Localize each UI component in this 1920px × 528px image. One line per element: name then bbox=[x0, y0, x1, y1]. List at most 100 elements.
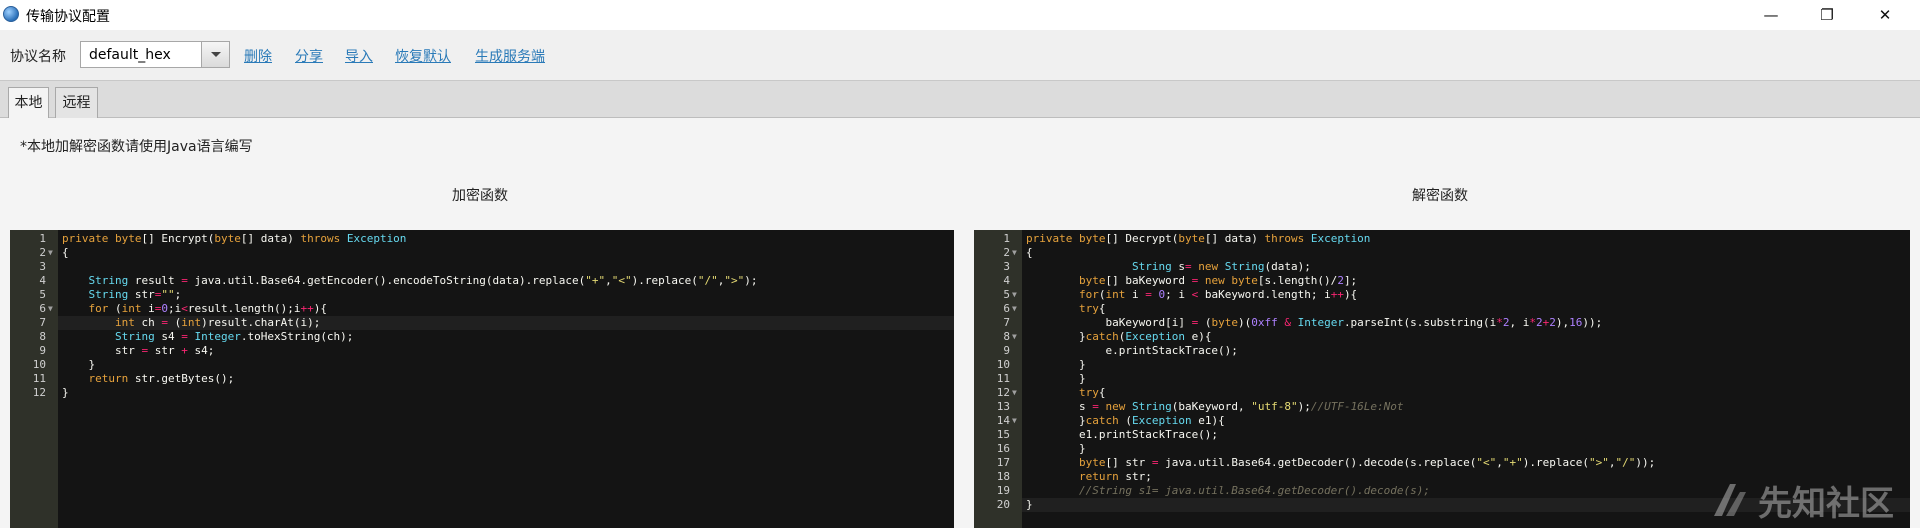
line-number: 6 bbox=[1003, 302, 1010, 315]
code-text: byte[] baKeyword = new byte[s.length()/2… bbox=[1078, 274, 1358, 287]
restore-default-link[interactable]: 恢复默认 bbox=[395, 46, 451, 66]
line-number: 10 bbox=[32, 358, 46, 371]
code-text: String s= new String(data); bbox=[1131, 260, 1311, 273]
line-number: 5 bbox=[1003, 288, 1010, 301]
line-number: 9 bbox=[1003, 344, 1010, 357]
generate-server-link[interactable]: 生成服务端 bbox=[475, 46, 545, 66]
fold-arrow-icon[interactable]: ▼ bbox=[1012, 246, 1022, 260]
line-number: 8 bbox=[1003, 330, 1010, 343]
code-text: //String s1= java.util.Base64.getDecoder… bbox=[1078, 484, 1430, 497]
code-line: 10 } bbox=[10, 358, 954, 372]
code-text: e.printStackTrace(); bbox=[1026, 344, 1238, 357]
code-line: 1 private byte[] Encrypt(byte[] data) thr… bbox=[10, 232, 954, 246]
code-line: 4 String result = java.util.Base64.getEn… bbox=[10, 274, 954, 288]
code-text: } bbox=[62, 358, 96, 371]
fold-arrow-icon[interactable]: ▼ bbox=[1012, 288, 1022, 302]
code-text: } bbox=[1026, 372, 1086, 385]
code-line: 7 int ch = (int)result.charAt(i); bbox=[10, 316, 954, 330]
code-line: 6 ▼ try{ bbox=[974, 302, 1910, 316]
tab-remote[interactable]: 远程 bbox=[55, 87, 98, 119]
share-link[interactable]: 分享 bbox=[295, 46, 323, 66]
line-number: 2 bbox=[39, 246, 46, 259]
line-number: 18 bbox=[996, 470, 1010, 483]
code-line: 4 byte[] baKeyword = new byte[s.length()… bbox=[974, 274, 1910, 288]
tab-local[interactable]: 本地 bbox=[8, 87, 49, 120]
code-line: 9 e.printStackTrace(); bbox=[974, 344, 1910, 358]
code-text: s = new String(baKeyword, "utf-8");//UTF… bbox=[1026, 400, 1404, 413]
code-line: 12} bbox=[10, 386, 954, 400]
code-text: return str; bbox=[1078, 470, 1152, 483]
code-text: } bbox=[1026, 358, 1086, 371]
code-line: 5 ▼ for(int i = 0; i < baKeyword.length; … bbox=[974, 288, 1910, 302]
import-link[interactable]: 导入 bbox=[345, 46, 373, 66]
title-bar: 传输协议配置 — ❐ ✕ bbox=[0, 0, 1920, 30]
decrypt-caption: 解密函数 bbox=[1412, 188, 1468, 204]
line-number: 1 bbox=[1003, 232, 1010, 245]
line-number: 5 bbox=[39, 288, 46, 301]
line-number: 9 bbox=[39, 344, 46, 357]
code-line: 8 ▼ }catch(Exception e){ bbox=[974, 330, 1910, 344]
line-number: 4 bbox=[1003, 274, 1010, 287]
close-button[interactable]: ✕ bbox=[1862, 0, 1908, 30]
maximize-button[interactable]: ❐ bbox=[1804, 0, 1850, 30]
code-line: 8 String s4 = Integer.toHexString(ch); bbox=[10, 330, 954, 344]
line-number: 3 bbox=[39, 260, 46, 273]
line-number: 12 bbox=[32, 386, 46, 399]
line-number: 15 bbox=[996, 428, 1010, 441]
code-text: try{ bbox=[1078, 302, 1106, 315]
code-text: baKeyword[i] = (byte)(0xff & Integer.par… bbox=[1026, 316, 1603, 329]
code-line: 10 } bbox=[974, 358, 1910, 372]
line-number: 17 bbox=[996, 456, 1010, 469]
line-number: 16 bbox=[996, 442, 1010, 455]
code-text: { bbox=[62, 246, 69, 259]
line-number: 11 bbox=[996, 372, 1010, 385]
encrypt-caption: 加密函数 bbox=[452, 188, 508, 204]
line-number: 10 bbox=[996, 358, 1010, 371]
restore-icon: ❐ bbox=[1820, 6, 1834, 24]
code-line: 12 ▼ try{ bbox=[974, 386, 1910, 400]
encrypt-code-editor[interactable]: 1 private byte[] Encrypt(byte[] data) thr… bbox=[10, 230, 954, 528]
code-line: 16 } bbox=[974, 442, 1910, 456]
fold-arrow-icon[interactable]: ▼ bbox=[1012, 330, 1022, 344]
line-number: 4 bbox=[39, 274, 46, 287]
code-text: for(int i = 0; i < baKeyword.length; i++… bbox=[1078, 288, 1358, 301]
code-line: 15 e1.printStackTrace(); bbox=[974, 428, 1910, 442]
fold-arrow-icon[interactable]: ▼ bbox=[1012, 386, 1022, 400]
code-text: return str.getBytes(); bbox=[88, 372, 235, 385]
line-number: 19 bbox=[996, 484, 1010, 497]
fold-arrow-icon[interactable]: ▼ bbox=[1012, 414, 1022, 428]
close-icon: ✕ bbox=[1878, 6, 1892, 24]
code-text: String str=""; bbox=[88, 288, 182, 301]
code-line: 3 String s= new String(data); bbox=[974, 260, 1910, 274]
minimize-button[interactable]: — bbox=[1748, 0, 1794, 30]
fold-arrow-icon[interactable]: ▼ bbox=[1012, 302, 1022, 316]
code-line: 6 ▼ for (int i=0;i<result.length();i++){ bbox=[10, 302, 954, 316]
protocol-name-label: 协议名称 bbox=[10, 49, 66, 65]
code-line: 17 byte[] str = java.util.Base64.getDeco… bbox=[974, 456, 1910, 470]
code-line: 14 ▼ }catch (Exception e1){ bbox=[974, 414, 1910, 428]
language-note: *本地加解密函数请使用Java语言编写 bbox=[20, 139, 253, 155]
chevron-down-icon[interactable] bbox=[201, 42, 229, 67]
line-number: 6 bbox=[39, 302, 46, 315]
delete-link[interactable]: 删除 bbox=[244, 46, 272, 66]
fold-arrow-icon[interactable]: ▼ bbox=[48, 246, 58, 260]
code-text: } bbox=[1026, 498, 1033, 511]
watermark-logo-icon bbox=[1714, 484, 1746, 516]
code-line: 2 ▼ { bbox=[10, 246, 954, 260]
app-icon bbox=[3, 6, 19, 22]
line-number: 11 bbox=[32, 372, 46, 385]
local-panel: *本地加解密函数请使用Java语言编写 加密函数 解密函数 1 private b… bbox=[0, 118, 1920, 528]
code-text: } bbox=[62, 386, 69, 399]
line-number: 13 bbox=[996, 400, 1010, 413]
tab-bar: 本地 远程 bbox=[0, 80, 1920, 120]
code-line: 7 baKeyword[i] = (byte)(0xff & Integer.p… bbox=[974, 316, 1910, 330]
window-title: 传输协议配置 bbox=[26, 9, 110, 25]
line-number: 8 bbox=[39, 330, 46, 343]
code-line: 5 String str=""; bbox=[10, 288, 954, 302]
code-text: private byte[] Encrypt(byte[] data) thro… bbox=[62, 232, 407, 245]
toolbar: 协议名称 default_hex 删除 分享 导入 恢复默认 生成服务端 bbox=[0, 30, 1920, 80]
fold-arrow-icon[interactable]: ▼ bbox=[48, 302, 58, 316]
protocol-select[interactable]: default_hex bbox=[80, 41, 230, 68]
code-line: 11 } bbox=[974, 372, 1910, 386]
code-text: int ch = (int)result.charAt(i); bbox=[114, 316, 321, 329]
